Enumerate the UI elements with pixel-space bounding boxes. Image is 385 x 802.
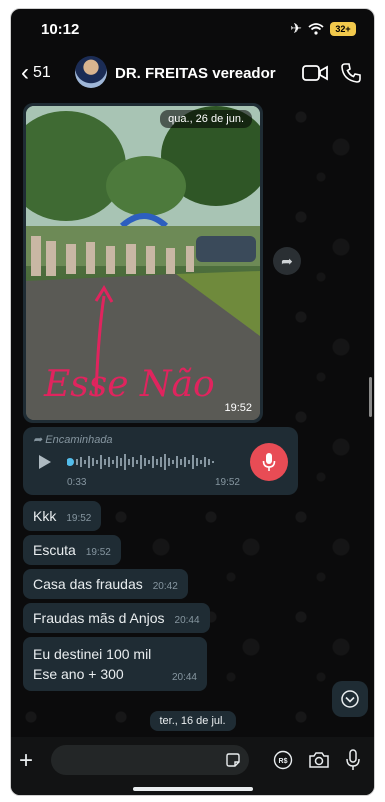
text-message[interactable]: Eu destinei 100 mil Ese ano + 300 20:44	[23, 637, 207, 691]
contact-name[interactable]: DR. FREITAS vereador	[115, 65, 276, 82]
photo[interactable]: Esse Não qua., 26 de jun. 19:52	[26, 106, 260, 420]
share-icon[interactable]: ➦	[273, 247, 301, 275]
audio-time: 19:52	[214, 477, 240, 488]
text-message[interactable]: Casa das fraudas 20:42	[23, 569, 188, 599]
rs-payment-icon[interactable]: R$	[273, 750, 293, 770]
scrollbar[interactable]	[369, 377, 372, 417]
message-time: 20:44	[171, 672, 197, 683]
waveform[interactable]	[67, 451, 227, 473]
play-icon[interactable]	[39, 455, 51, 469]
microphone-icon	[250, 443, 288, 481]
audio-position: 0:33	[67, 477, 87, 488]
phone-icon[interactable]	[340, 62, 362, 84]
message-text: Casa das fraudas	[33, 576, 143, 592]
status-icons: ✈ 32+	[290, 20, 356, 37]
photo-scene: Esse Não	[26, 106, 260, 420]
plus-icon[interactable]: +	[19, 747, 33, 775]
airplane-icon: ✈	[290, 20, 302, 36]
chat-area[interactable]: Esse Não qua., 26 de jun. 19:52 ➦ ➦ Enca…	[11, 97, 374, 737]
unread-count: 51	[33, 64, 51, 81]
scroll-down-button[interactable]	[332, 681, 368, 717]
input-bar: + R$	[11, 737, 374, 795]
chevron-left-icon: ‹	[21, 59, 29, 86]
text-message[interactable]: Kkk 19:52	[23, 501, 102, 531]
microphone-icon[interactable]	[344, 748, 362, 772]
message-time: 19:52	[66, 513, 92, 524]
status-time: 10:12	[41, 21, 80, 38]
text-message[interactable]: Escuta 19:52	[23, 535, 121, 565]
message-text: Fraudas mãs d Anjos	[33, 610, 165, 626]
message-text: Escuta	[33, 542, 76, 558]
svg-text:R$: R$	[279, 758, 288, 765]
audio-message[interactable]: ➦ Encaminhada 0:33 19:52	[23, 427, 298, 495]
drawn-annotation: Esse Não	[43, 364, 215, 405]
back-button[interactable]: ‹ 51	[21, 61, 51, 85]
wifi-icon	[308, 22, 324, 35]
status-bar: 10:12 ✈ 32+	[11, 9, 374, 49]
sticker-icon[interactable]	[225, 752, 241, 768]
message-text: Eu destinei 100 mil	[33, 646, 152, 662]
forwarded-label: ➦ Encaminhada	[33, 434, 113, 446]
image-time: 19:52	[224, 402, 252, 414]
camera-icon[interactable]	[308, 750, 330, 770]
message-time: 20:42	[152, 581, 178, 592]
image-message[interactable]: Esse Não qua., 26 de jun. 19:52	[23, 103, 263, 423]
chevron-down-icon	[341, 690, 359, 708]
message-time: 19:52	[85, 547, 111, 558]
phone-screen: 10:12 ✈ 32+ ‹ 51 DR. FREITAS vereador Es…	[10, 8, 375, 796]
image-date-chip: qua., 26 de jun.	[160, 110, 252, 128]
video-icon[interactable]	[302, 64, 328, 82]
text-message[interactable]: Fraudas mãs d Anjos 20:44	[23, 603, 210, 633]
date-separator: ter., 16 de jul.	[149, 711, 236, 731]
home-indicator	[132, 787, 253, 791]
battery-indicator: 32+	[330, 21, 356, 36]
message-text: Kkk	[33, 508, 57, 524]
chat-header: ‹ 51 DR. FREITAS vereador	[11, 53, 374, 97]
message-input[interactable]	[51, 745, 249, 775]
contact-avatar[interactable]	[75, 56, 107, 88]
message-time: 20:44	[174, 615, 200, 626]
